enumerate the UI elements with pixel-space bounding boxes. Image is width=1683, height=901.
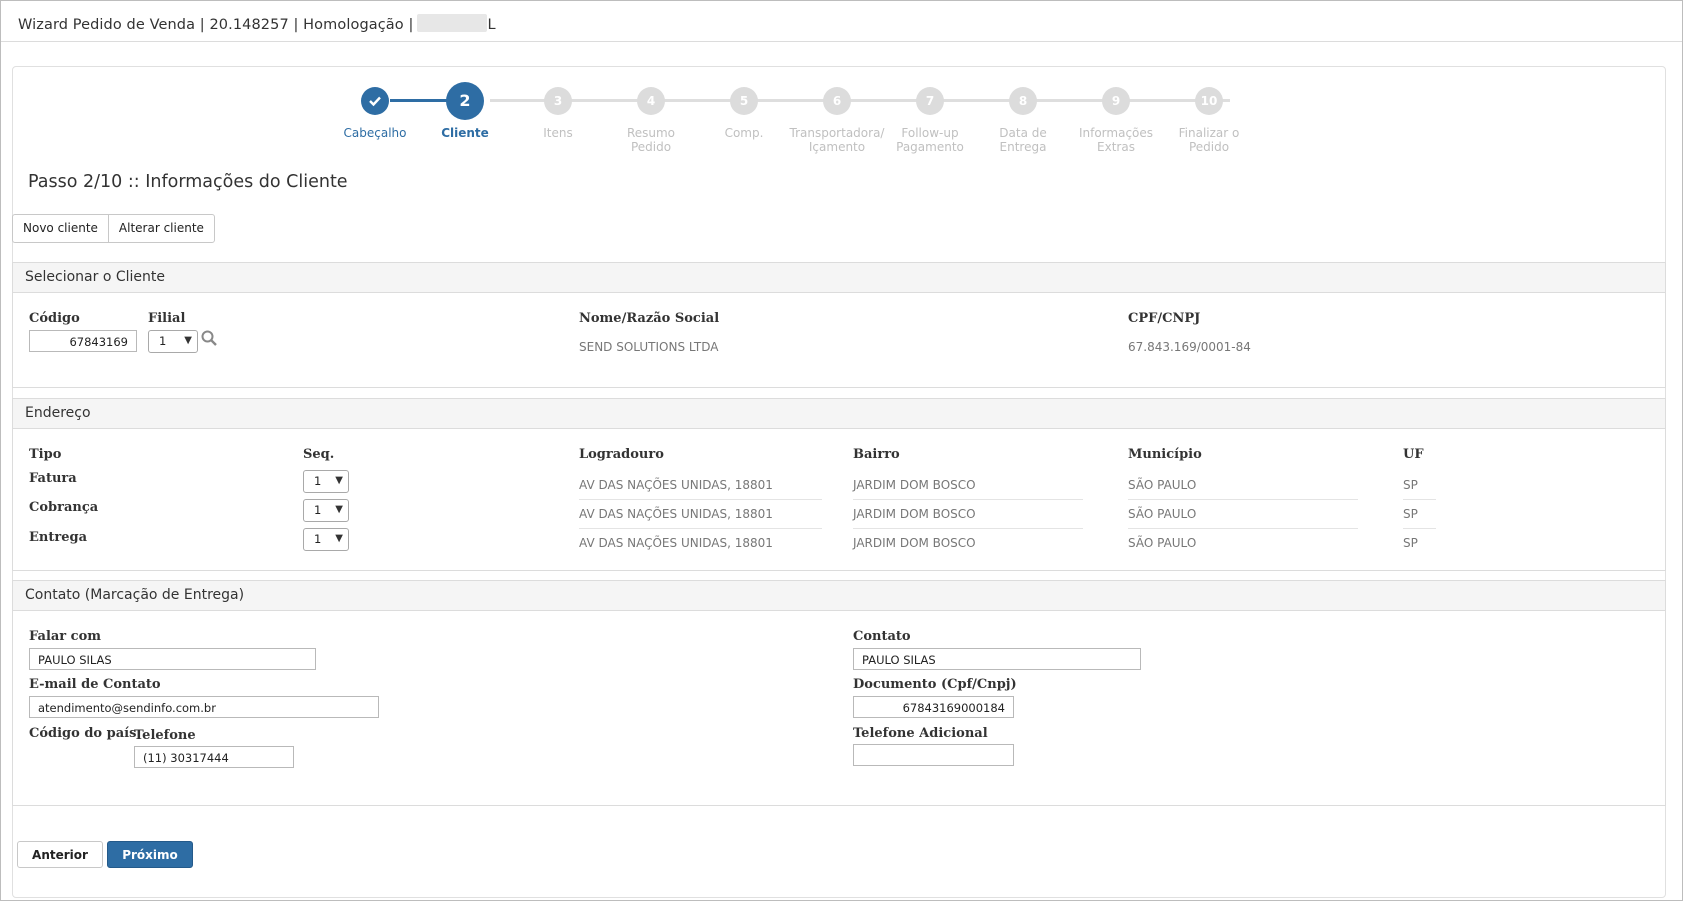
step-number: 7 xyxy=(916,87,944,115)
bairro-value: JARDIM DOM BOSCO xyxy=(853,507,976,521)
codigo-input[interactable]: 67843169 xyxy=(29,330,137,352)
window-title-text: Wizard Pedido de Venda | 20.148257 | Hom… xyxy=(18,17,414,33)
check-icon xyxy=(361,87,389,115)
section-cliente: Selecionar o Cliente xyxy=(12,262,1666,388)
filial-label: Filial xyxy=(148,311,186,326)
codigo-label: Código xyxy=(29,311,80,326)
section-endereco: Endereço xyxy=(12,398,1666,571)
endereco-tipo: Fatura xyxy=(29,471,77,486)
bairro-value: JARDIM DOM BOSCO xyxy=(853,478,976,492)
novo-cliente-button[interactable]: Novo cliente xyxy=(13,215,108,242)
row-divider xyxy=(1403,499,1436,500)
row-divider xyxy=(853,528,1083,529)
redacted-text xyxy=(417,14,488,32)
logradouro-value: AV DAS NAÇÕES UNIDAS, 18801 xyxy=(579,478,773,492)
step-label: Transportadora/ Içamento xyxy=(789,126,885,154)
municipio-value: SÃO PAULO xyxy=(1128,536,1197,550)
chevron-down-icon: ▼ xyxy=(335,475,343,486)
chevron-down-icon: ▼ xyxy=(335,504,343,515)
step-number: 9 xyxy=(1102,87,1130,115)
municipio-value: SÃO PAULO xyxy=(1128,478,1197,492)
seq-select[interactable]: 1 ▼ xyxy=(303,499,349,522)
step-label: Resumo Pedido xyxy=(626,126,676,154)
proximo-button[interactable]: Próximo xyxy=(107,841,193,868)
section-header: Selecionar o Cliente xyxy=(13,263,1665,293)
uf-value: SP xyxy=(1403,478,1418,492)
telefone-adicional-input[interactable] xyxy=(853,744,1014,766)
row-divider xyxy=(579,528,822,529)
bairro-value: JARDIM DOM BOSCO xyxy=(853,536,976,550)
section-header: Endereço xyxy=(13,399,1665,429)
window-title: Wizard Pedido de Venda | 20.148257 | Hom… xyxy=(18,14,496,33)
email-label: E-mail de Contato xyxy=(29,677,161,692)
page-title: Passo 2/10 :: Informações do Cliente xyxy=(28,172,348,192)
seq-value: 1 xyxy=(314,532,322,546)
row-divider xyxy=(1128,528,1358,529)
window-title-suffix: L xyxy=(487,17,496,33)
codigo-pais-label: Código do país xyxy=(29,726,137,741)
col-bairro: Bairro xyxy=(853,447,900,462)
step-finalizar[interactable]: 10 Finalizar o Pedido xyxy=(1154,82,1264,154)
section-header: Contato (Marcação de Entrega) xyxy=(13,581,1665,611)
step-number: 4 xyxy=(637,87,665,115)
step-number: 3 xyxy=(544,87,572,115)
section-contato: Contato (Marcação de Entrega) xyxy=(12,580,1666,806)
seq-select[interactable]: 1 ▼ xyxy=(303,470,349,493)
logradouro-value: AV DAS NAÇÕES UNIDAS, 18801 xyxy=(579,536,773,550)
anterior-button[interactable]: Anterior xyxy=(17,841,103,868)
chevron-down-icon: ▼ xyxy=(184,335,192,346)
step-number: 10 xyxy=(1195,87,1223,115)
step-number: 2 xyxy=(446,82,484,120)
telefone-adicional-label: Telefone Adicional xyxy=(853,726,988,741)
seq-value: 1 xyxy=(314,474,322,488)
contato-label: Contato xyxy=(853,629,911,644)
search-icon[interactable] xyxy=(201,330,217,346)
row-divider xyxy=(579,499,822,500)
step-number: 5 xyxy=(730,87,758,115)
col-tipo: Tipo xyxy=(29,447,62,462)
telefone-input[interactable]: (11) 30317444 xyxy=(134,746,294,768)
window-titlebar: Wizard Pedido de Venda | 20.148257 | Hom… xyxy=(1,1,1682,42)
documento-input[interactable]: 67843169000184 xyxy=(853,696,1014,718)
municipio-value: SÃO PAULO xyxy=(1128,507,1197,521)
step-number: 8 xyxy=(1009,87,1037,115)
telefone-label: Telefone xyxy=(134,728,196,743)
endereco-tipo: Cobrança xyxy=(29,500,99,515)
seq-select[interactable]: 1 ▼ xyxy=(303,528,349,551)
falar-com-input[interactable]: PAULO SILAS xyxy=(29,648,316,670)
email-input[interactable]: atendimento@sendinfo.com.br xyxy=(29,696,379,718)
col-uf: UF xyxy=(1403,447,1424,462)
col-municipio: Município xyxy=(1128,447,1202,462)
step-label: Data de Entrega xyxy=(999,126,1047,154)
nome-value: SEND SOLUTIONS LTDA xyxy=(579,340,719,354)
contato-input[interactable]: PAULO SILAS xyxy=(853,648,1141,670)
filial-value: 1 xyxy=(159,334,167,348)
uf-value: SP xyxy=(1403,507,1418,521)
seq-value: 1 xyxy=(314,503,322,517)
cpf-value: 67.843.169/0001-84 xyxy=(1128,340,1251,354)
endereco-tipo: Entrega xyxy=(29,530,87,545)
falar-com-label: Falar com xyxy=(29,629,102,644)
col-logradouro: Logradouro xyxy=(579,447,664,462)
step-number: 6 xyxy=(823,87,851,115)
cpf-label: CPF/CNPJ xyxy=(1128,311,1201,326)
uf-value: SP xyxy=(1403,536,1418,550)
step-label: Informações Extras xyxy=(1078,126,1154,154)
row-divider xyxy=(1128,499,1358,500)
col-seq: Seq. xyxy=(303,447,335,462)
row-divider xyxy=(1403,528,1436,529)
nome-label: Nome/Razão Social xyxy=(579,311,720,326)
filial-select[interactable]: 1 ▼ xyxy=(148,330,198,353)
row-divider xyxy=(853,499,1083,500)
client-button-group: Novo cliente Alterar cliente xyxy=(12,214,215,243)
chevron-down-icon: ▼ xyxy=(335,533,343,544)
documento-label: Documento (Cpf/Cnpj) xyxy=(853,677,1017,692)
step-label: Follow-up Pagamento xyxy=(896,126,964,154)
logradouro-value: AV DAS NAÇÕES UNIDAS, 18801 xyxy=(579,507,773,521)
wizard-stepper: Cabeçalho 2 Cliente 3 Itens 4 Resumo Ped… xyxy=(340,82,1320,162)
alterar-cliente-button[interactable]: Alterar cliente xyxy=(107,215,214,242)
step-label: Finalizar o Pedido xyxy=(1178,126,1240,154)
